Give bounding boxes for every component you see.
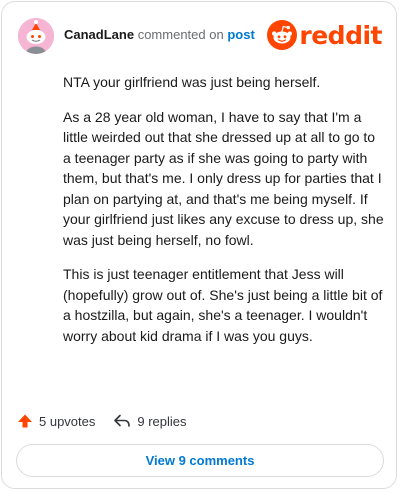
comment-paragraph: This is just teenager entitlement that J… [63, 266, 383, 344]
reddit-wordmark: reddit [299, 20, 382, 50]
upvotes-stat[interactable]: 5 upvotes [17, 413, 95, 429]
snoo-avatar-icon [18, 18, 54, 54]
username[interactable]: CanadLane [64, 27, 134, 42]
commented-on-text: commented on [137, 27, 224, 42]
upvotes-count: 5 upvotes [39, 413, 96, 429]
comment-card: CanadLane commented on post reddit NTA y… [1, 1, 397, 489]
reddit-logo[interactable]: reddit [267, 19, 382, 51]
comment-footer: 5 upvotes 9 replies [17, 410, 187, 432]
comment-header: CanadLane commented on post reddit [16, 16, 382, 54]
comment-paragraph: NTA your girlfriend was just being herse… [63, 74, 321, 90]
reddit-snoo-icon [267, 20, 298, 50]
replies-count: 9 replies [137, 413, 187, 429]
replies-stat[interactable]: 9 replies [113, 413, 187, 429]
comment-body: NTA your girlfriend was just being herse… [63, 72, 385, 360]
comment-paragraph: As a 28 year old woman, I have to say th… [63, 108, 384, 248]
post-link[interactable]: post [227, 27, 254, 42]
avatar[interactable] [18, 18, 54, 54]
upvote-arrow-icon[interactable] [17, 413, 33, 429]
view-comments-button[interactable]: View 9 comments [16, 444, 384, 477]
reply-arrow-icon[interactable] [113, 413, 131, 429]
commenter-line: CanadLane commented on post [64, 27, 255, 42]
